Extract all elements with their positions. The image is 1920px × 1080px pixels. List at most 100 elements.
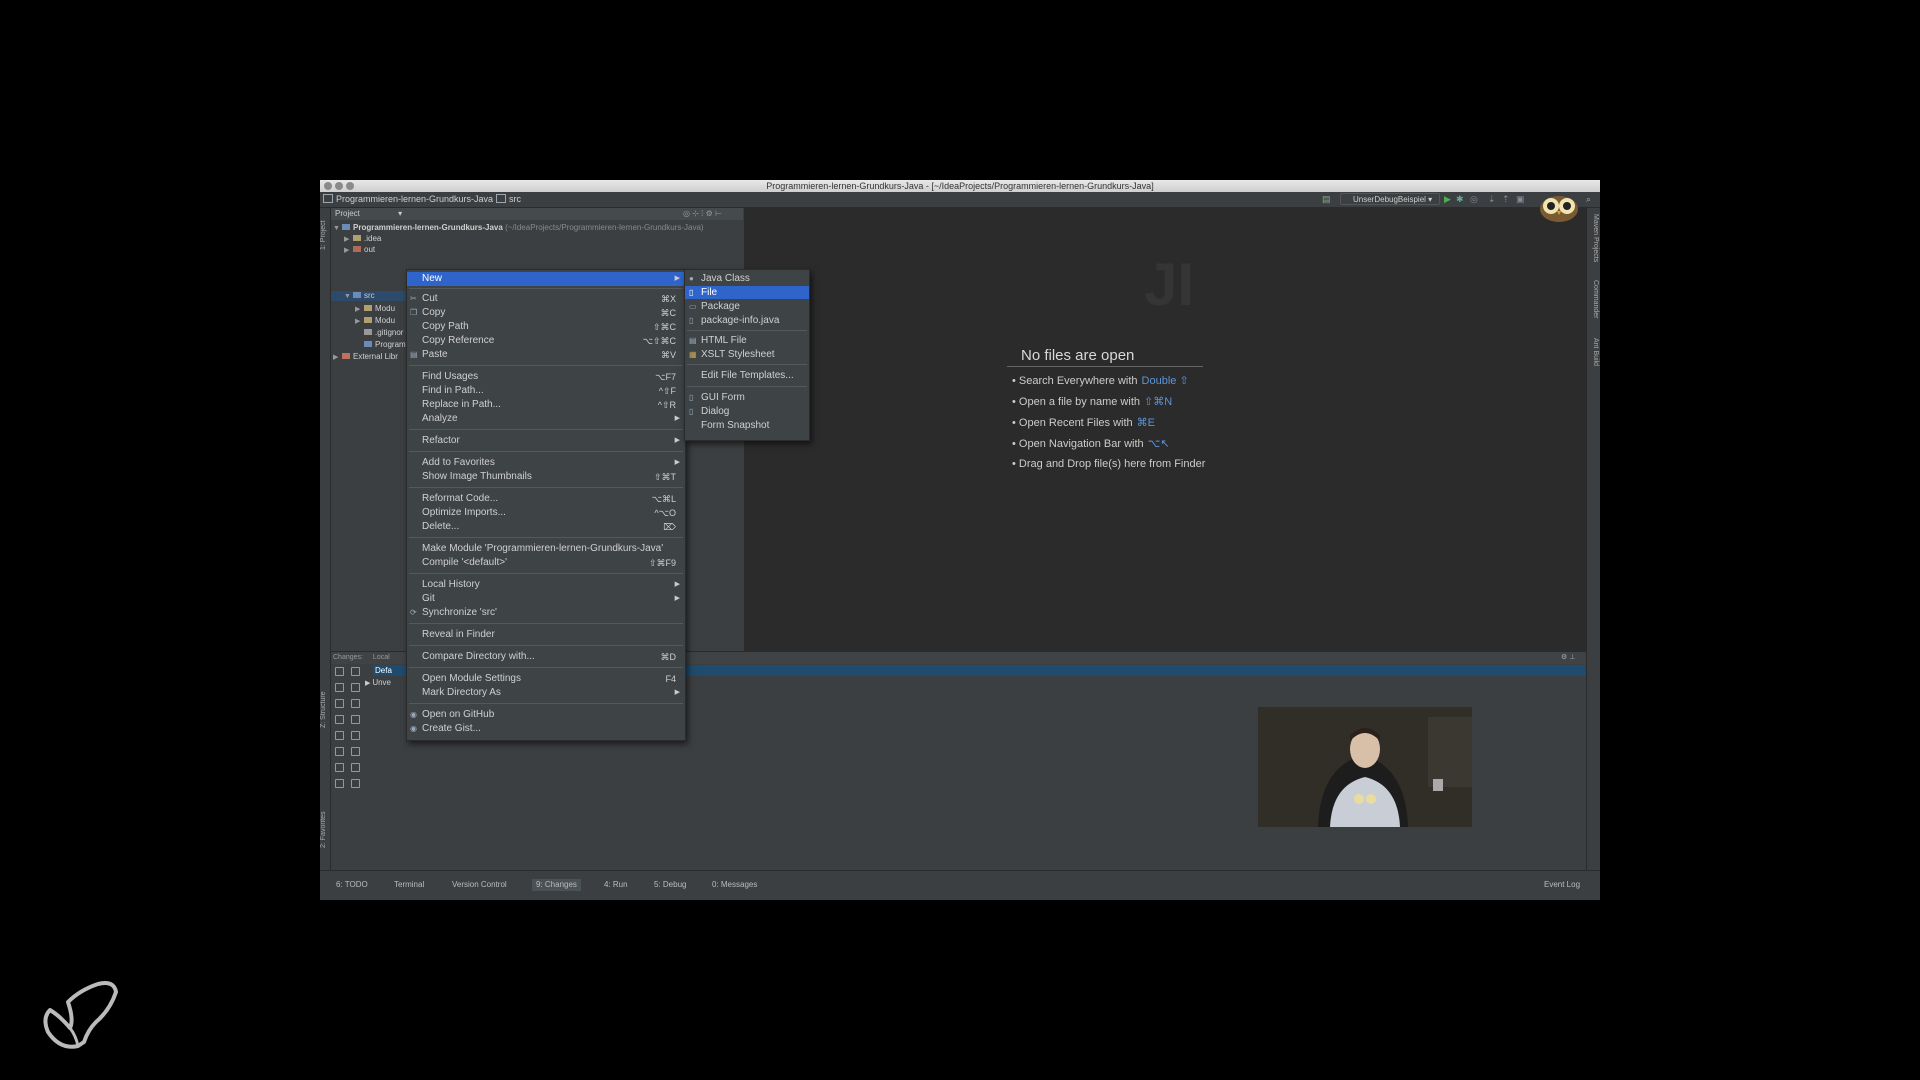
menu-item-refactor[interactable]: Refactor ▶ xyxy=(407,434,685,448)
move-icon[interactable] xyxy=(351,715,360,724)
preview-icon[interactable] xyxy=(351,763,360,772)
menu-item-reformat-code[interactable]: Reformat Code... ⌥⌘L xyxy=(407,492,685,506)
form-icon: ▯ xyxy=(689,407,694,416)
tree-item-module-2[interactable]: ▶ Modu xyxy=(355,315,395,327)
tree-item-program[interactable]: Program xyxy=(364,339,406,350)
menu-item-new[interactable]: New ▶ xyxy=(407,272,685,286)
menu-item-open-module-settings[interactable]: Open Module Settings F4 xyxy=(407,672,685,686)
tree-item-src[interactable]: ▼ src xyxy=(344,291,375,302)
menu-item-compile[interactable]: Compile '<default>' ⇧⌘F9 xyxy=(407,556,685,570)
diff-icon[interactable] xyxy=(351,683,360,692)
menu-item-label: Make Module 'Programmieren-lernen-Grundk… xyxy=(422,543,664,554)
settings-icon[interactable] xyxy=(335,763,344,772)
menu-item-analyze[interactable]: Analyze ▶ xyxy=(407,412,685,426)
vcs-commit-icon[interactable]: ⇡ xyxy=(1502,195,1510,204)
coverage-icon[interactable]: ◎ xyxy=(1470,195,1478,204)
minimize-window-button[interactable] xyxy=(335,182,343,190)
event-log-tab[interactable]: Event Log xyxy=(1544,879,1580,891)
project-view-select[interactable]: Project ▾ xyxy=(335,208,402,220)
sdk-icon[interactable]: ▣ xyxy=(1516,195,1525,204)
remove-icon[interactable] xyxy=(335,731,344,740)
lock-icon[interactable] xyxy=(335,779,344,788)
menu-item-optimize-imports[interactable]: Optimize Imports... ^⌥O xyxy=(407,506,685,520)
messages-tab[interactable]: 0: Messages xyxy=(712,879,757,891)
group-icon[interactable] xyxy=(351,731,360,740)
help-icon[interactable] xyxy=(351,779,360,788)
submenu-item-file[interactable]: ▯ File xyxy=(685,286,809,299)
breadcrumb-src[interactable]: src xyxy=(496,192,521,207)
favorites-tool-tab[interactable]: 2: Favorites xyxy=(320,798,330,848)
refresh-icon[interactable] xyxy=(335,667,344,676)
changelist-unversioned-row[interactable]: ▶ Unve xyxy=(365,678,391,687)
menu-item-delete[interactable]: Delete... ⌦ xyxy=(407,520,685,534)
zoom-window-button[interactable] xyxy=(346,182,354,190)
commit-icon[interactable] xyxy=(351,667,360,676)
gear-icon[interactable]: ⚙ ⊥ xyxy=(1561,652,1575,664)
commander-tab[interactable]: Commander xyxy=(1589,280,1599,330)
vcs-update-icon[interactable]: ⇣ xyxy=(1488,195,1496,204)
project-tool-tab[interactable]: 1: Project xyxy=(320,210,330,250)
version-control-tab[interactable]: Version Control xyxy=(452,879,507,891)
collapse-icon[interactable] xyxy=(351,747,360,756)
submenu-item-package-info[interactable]: ▯ package-info.java xyxy=(685,314,809,327)
menu-item-open-on-github[interactable]: ◉ Open on GitHub xyxy=(407,708,685,722)
maven-projects-tab[interactable]: Maven Projects xyxy=(1589,214,1599,274)
submenu-item-gui-form[interactable]: ▯ GUI Form xyxy=(685,391,809,404)
tab-changes-local[interactable]: Changes: Local xyxy=(333,652,390,664)
submenu-item-xslt-stylesheet[interactable]: ▦ XSLT Stylesheet xyxy=(685,348,809,361)
folder-icon xyxy=(353,246,361,252)
terminal-tab[interactable]: Terminal xyxy=(394,879,424,891)
menu-item-compare-directory[interactable]: Compare Directory with... ⌘D xyxy=(407,650,685,664)
menu-item-create-gist[interactable]: ◉ Create Gist... xyxy=(407,722,685,736)
menu-item-replace-in-path[interactable]: Replace in Path... ^⇧R xyxy=(407,398,685,412)
expand-icon[interactable] xyxy=(335,747,344,756)
breadcrumb-project[interactable]: Programmieren-lernen-Grundkurs-Java xyxy=(323,192,493,207)
menu-item-copy[interactable]: ❐ Copy ⌘C xyxy=(407,306,685,320)
tree-item-module-1[interactable]: ▶ Modu xyxy=(355,303,395,315)
shelve-icon[interactable] xyxy=(351,699,360,708)
search-icon[interactable]: ⌕ xyxy=(1586,195,1591,204)
structure-tool-tab[interactable]: Z: Structure xyxy=(320,678,330,728)
build-icon[interactable]: ▤ xyxy=(1322,195,1331,204)
menu-item-git[interactable]: Git ▶ xyxy=(407,592,685,606)
tree-item-external-libraries[interactable]: ▶ External Libr xyxy=(333,351,398,363)
submenu-item-package[interactable]: ▭ Package xyxy=(685,300,809,313)
menu-item-cut[interactable]: ✂ Cut ⌘X xyxy=(407,292,685,306)
submenu-item-java-class[interactable]: ● Java Class xyxy=(685,272,809,285)
menu-item-paste[interactable]: ▤ Paste ⌘V xyxy=(407,348,685,362)
close-window-button[interactable] xyxy=(324,182,332,190)
ant-build-tab[interactable]: Ant Build xyxy=(1589,338,1599,378)
submenu-item-label: HTML File xyxy=(701,335,747,346)
menu-item-show-image-thumbnails[interactable]: Show Image Thumbnails ⇧⌘T xyxy=(407,470,685,484)
scroll-from-source-icon[interactable]: ◎ ⊹ ⁞ ⚙ ⊢ xyxy=(683,208,722,220)
menu-item-copy-path[interactable]: Copy Path ⇧⌘C xyxy=(407,320,685,334)
run-tab[interactable]: 4: Run xyxy=(604,879,628,891)
submenu-item-edit-file-templates[interactable]: Edit File Templates... xyxy=(685,369,809,382)
menu-item-mark-directory-as[interactable]: Mark Directory As ▶ xyxy=(407,686,685,700)
run-configuration-select[interactable]: UnserDebugBeispiel ▾ xyxy=(1340,193,1440,205)
changes-tab[interactable]: 9: Changes xyxy=(532,879,581,891)
run-icon[interactable]: ▶ xyxy=(1444,195,1451,204)
menu-item-find-usages[interactable]: Find Usages ⌥F7 xyxy=(407,370,685,384)
update-icon[interactable] xyxy=(335,683,344,692)
debug-icon[interactable]: ✱ xyxy=(1456,195,1464,204)
menu-item-find-in-path[interactable]: Find in Path... ^⇧F xyxy=(407,384,685,398)
tree-item-project-root[interactable]: ▼ Programmieren-lernen-Grundkurs-Java (~/… xyxy=(333,222,704,234)
tip-shortcut: Double ⇧ xyxy=(1141,375,1189,387)
menu-item-add-to-favorites[interactable]: Add to Favorites ▶ xyxy=(407,456,685,470)
menu-item-make-module[interactable]: Make Module 'Programmieren-lernen-Grundk… xyxy=(407,542,685,556)
debug-tab[interactable]: 5: Debug xyxy=(654,879,686,891)
menu-item-local-history[interactable]: Local History ▶ xyxy=(407,578,685,592)
todo-tab[interactable]: 6: TODO xyxy=(336,879,368,891)
submenu-item-html-file[interactable]: ▤ HTML File xyxy=(685,334,809,347)
submenu-item-dialog[interactable]: ▯ Dialog xyxy=(685,405,809,418)
rollback-icon[interactable] xyxy=(335,699,344,708)
add-icon[interactable] xyxy=(335,715,344,724)
menu-item-copy-reference[interactable]: Copy Reference ⌥⇧⌘C xyxy=(407,334,685,348)
tree-item-out[interactable]: ▶ out xyxy=(344,244,375,256)
submenu-arrow-icon: ▶ xyxy=(674,581,680,588)
menu-item-synchronize[interactable]: ⟳ Synchronize 'src' xyxy=(407,606,685,620)
menu-item-reveal-in-finder[interactable]: Reveal in Finder xyxy=(407,628,685,642)
tree-item-gitignore[interactable]: .gitignor xyxy=(364,327,403,338)
submenu-item-form-snapshot[interactable]: Form Snapshot xyxy=(685,419,809,432)
